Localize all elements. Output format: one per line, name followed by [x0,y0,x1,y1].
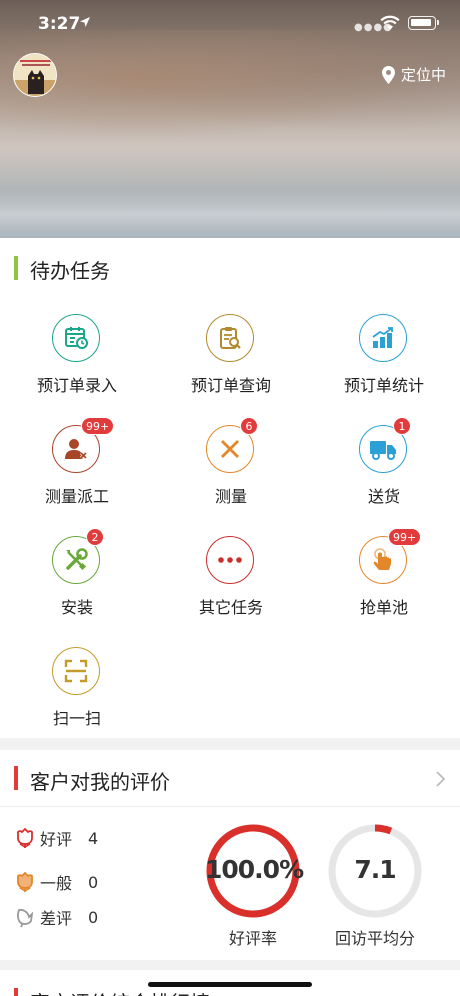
task-label: 其它任务 [198,598,263,617]
todo-title: 待办任务 [30,259,110,283]
review-label: 好评 [40,830,73,849]
task-label: 扫一扫 [52,709,101,728]
ranking-title: 客户评价综合排行榜 [30,987,210,996]
avg-score-ring: 7.1 [327,823,423,919]
good-rate-label: 好评率 [228,929,277,948]
task-order-stats[interactable]: 预订单统计 [314,314,454,424]
review-section: 客户对我的评价 好评 4 一般 0 差评 0 100.0% 好评率 7.1 回访… [0,750,460,960]
task-order-pool[interactable]: 99+ 抢单池 [314,528,454,646]
review-accent-bar [14,766,18,790]
wifi-icon [380,15,400,30]
task-label: 预订单录入 [36,376,117,395]
review-count: 4 [88,828,99,848]
good-rate-value: 100.0% [205,855,304,884]
avg-score-label: 回访平均分 [334,929,415,948]
task-label: 送货 [367,487,400,506]
task-other[interactable]: 其它任务 [161,536,301,646]
task-label: 安装 [60,598,93,617]
chevron-right-icon[interactable] [434,770,446,788]
battery-icon [408,16,439,30]
task-install[interactable]: 2 安装 [7,528,147,646]
location-status[interactable]: 定位中 [381,64,446,85]
task-label: 预订单统计 [343,376,424,395]
task-order-query[interactable]: 预订单查询 [161,314,301,424]
avatar-image [14,54,56,96]
review-row-bad: 差评 0 [14,905,98,929]
status-bar: 3:27 ●●●● [0,0,460,50]
status-time: 3:27 [38,14,81,34]
scan-icon [52,647,100,695]
flower-normal-icon [17,871,33,892]
review-count: 0 [88,872,99,892]
todo-header: 待办任务 [0,238,460,298]
badge-count: 99+ [81,417,115,435]
location-label: 定位中 [400,66,446,84]
ranking-accent-bar [14,988,18,996]
review-row-good: 好评 4 [14,826,98,850]
clipboard-search-icon [206,314,254,362]
todo-section: 待办任务 预订单录入 预订单查询 预订单统计 99+ 测量派工 6 测量 1 送… [0,238,460,738]
badge-count: 2 [86,528,104,546]
location-arrow-icon [80,17,90,27]
review-count: 0 [88,907,99,927]
divider [0,806,460,807]
flower-good-icon [17,827,33,848]
review-row-normal: 一般 0 [14,870,98,894]
task-scan[interactable]: 扫一扫 [7,647,147,757]
task-label: 抢单池 [359,598,408,617]
badge-count: 99+ [388,528,422,546]
more-dots-icon [206,536,254,584]
task-measure-dispatch[interactable]: 99+ 测量派工 [7,417,147,535]
review-label: 差评 [40,909,73,928]
good-rate-ring: 100.0% [205,823,304,919]
task-label: 预订单查询 [190,376,271,395]
task-delivery[interactable]: 1 送货 [314,417,454,535]
avg-score-value: 7.1 [354,855,396,884]
flower-bad-icon [17,908,34,928]
home-indicator[interactable] [148,982,312,987]
task-measure[interactable]: 6 测量 [161,417,301,535]
form-entry-icon [52,314,100,362]
task-order-entry[interactable]: 预订单录入 [7,314,147,424]
review-header[interactable]: 客户对我的评价 [0,750,460,810]
todo-accent-bar [14,256,18,280]
review-label: 一般 [40,874,73,893]
badge-count: 6 [240,417,258,435]
badge-count: 1 [393,417,411,435]
map-pin-icon [381,65,395,84]
review-title: 客户对我的评价 [30,770,170,794]
task-label: 测量派工 [44,487,109,506]
avatar[interactable] [13,53,57,97]
chart-up-icon [359,314,407,362]
task-label: 测量 [214,487,247,506]
